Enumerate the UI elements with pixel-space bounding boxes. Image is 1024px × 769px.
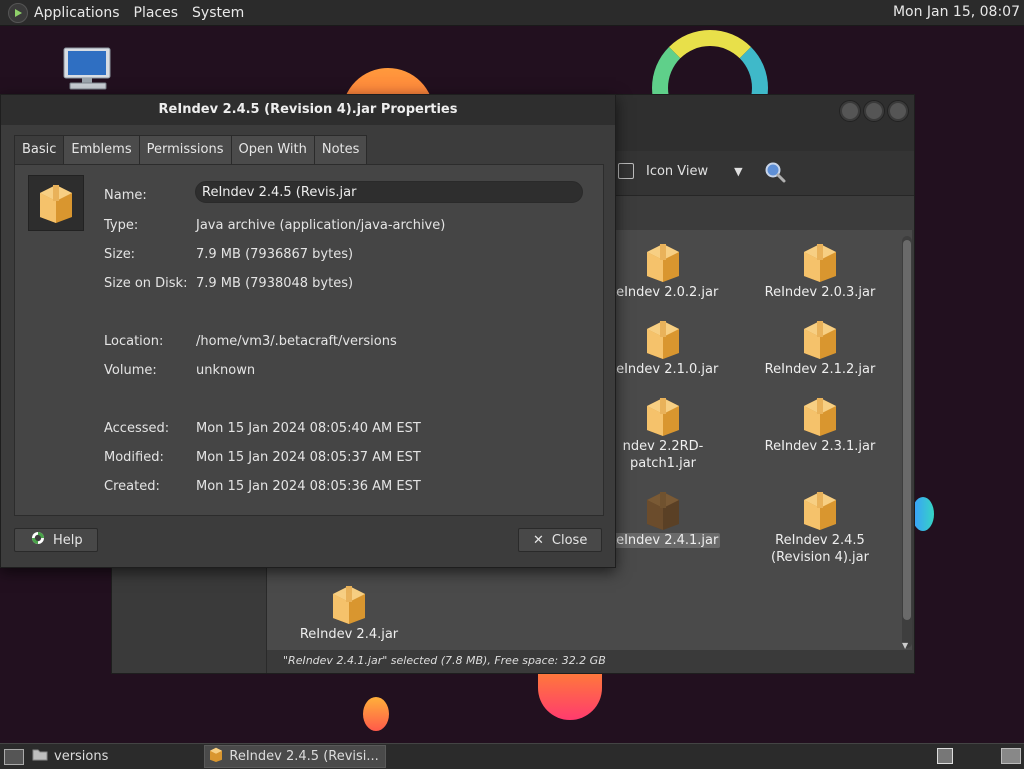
file-label: ReIndev 2.0.2.jar [607, 285, 719, 300]
size-label: Size: [104, 247, 136, 262]
tab-basic[interactable]: Basic [14, 135, 65, 165]
name-label: Name: [104, 188, 147, 203]
jar-file-icon [209, 747, 223, 766]
taskbar-item-label: ReIndev 2.4.5 (Revisi... [229, 749, 379, 764]
scrollbar-thumb[interactable] [903, 240, 911, 620]
modified-label: Modified: [104, 450, 164, 465]
scroll-down-icon[interactable]: ▼ [902, 641, 908, 650]
tab-open-with[interactable]: Open With [230, 135, 315, 165]
jar-file-icon [802, 319, 838, 359]
jar-file-icon [802, 396, 838, 436]
file-item[interactable]: ReIndev 2.1.2.jar [745, 319, 895, 378]
volume-label: Volume: [104, 363, 157, 378]
modified-value: Mon 15 Jan 2024 08:05:37 AM EST [196, 450, 421, 465]
chevron-down-icon: ▼ [734, 164, 743, 178]
wallpaper-shape [538, 672, 602, 720]
menu-system[interactable]: System [192, 5, 244, 21]
wallpaper-shape [912, 497, 934, 531]
status-bar: "ReIndev 2.4.1.jar" selected (7.8 MB), F… [267, 650, 912, 672]
file-label: ReIndev 2.1.2.jar [764, 362, 876, 377]
name-field[interactable] [195, 181, 583, 203]
taskbar-item-versions[interactable]: versions [28, 746, 114, 767]
size-on-disk-value: 7.9 MB (7938048 bytes) [196, 276, 354, 291]
created-label: Created: [104, 479, 160, 494]
dialog-title[interactable]: ReIndev 2.4.5 (Revision 4).jar Propertie… [1, 95, 615, 125]
file-label: ReIndev 2.4.5 (Revision 4).jar [771, 533, 869, 565]
type-value: Java archive (application/java-archive) [196, 218, 446, 233]
file-item[interactable]: ReIndev 2.4.jar [274, 584, 424, 643]
jar-file-icon [645, 396, 681, 436]
close-button[interactable]: ✕ Close [518, 528, 602, 552]
location-label: Location: [104, 334, 164, 349]
jar-file-icon [645, 319, 681, 359]
scrollbar[interactable]: ▼ [902, 236, 912, 650]
file-label: ReIndev 2.4.jar [299, 627, 399, 642]
clock[interactable]: Mon Jan 15, 08:07 [893, 4, 1020, 20]
distro-logo-icon[interactable] [8, 2, 28, 23]
properties-dialog: ReIndev 2.4.5 (Revision 4).jar Propertie… [0, 94, 616, 568]
size-value: 7.9 MB (7936867 bytes) [196, 247, 354, 262]
folder-icon [32, 748, 48, 765]
menu-applications[interactable]: Applications [34, 5, 120, 21]
accessed-value: Mon 15 Jan 2024 08:05:40 AM EST [196, 421, 421, 436]
show-desktop-icon[interactable] [4, 748, 24, 765]
file-label: ReIndev 2.3.1.jar [764, 439, 876, 454]
trash-icon[interactable] [1001, 748, 1021, 764]
file-label: ndev 2.2RD-patch1.jar [622, 439, 704, 471]
close-label: Close [551, 532, 588, 548]
file-label: ReIndev 2.4.1.jar [605, 533, 721, 548]
taskbar-item-label: versions [54, 749, 109, 764]
view-mode-label: Icon View [646, 163, 709, 179]
help-label: Help [53, 532, 83, 548]
location-value: /home/vm3/.betacraft/versions [196, 334, 397, 349]
file-label: ReIndev 2.1.0.jar [607, 362, 719, 377]
tab-bar: Basic Emblems Permissions Open With Note… [14, 135, 368, 165]
tab-permissions[interactable]: Permissions [138, 135, 232, 165]
view-mode-select[interactable]: Icon View ▼ [618, 163, 743, 179]
jar-file-icon [645, 490, 681, 530]
taskbar-item-properties[interactable]: ReIndev 2.4.5 (Revisi... [204, 745, 386, 768]
file-item[interactable]: ReIndev 2.0.3.jar [745, 242, 895, 301]
size-on-disk-label: Size on Disk: [104, 276, 188, 291]
wallpaper-shape [363, 697, 389, 731]
jar-file-icon [802, 242, 838, 282]
maximize-button[interactable] [864, 101, 884, 121]
menu-places[interactable]: Places [134, 5, 179, 21]
file-item[interactable]: ReIndev 2.4.5 (Revision 4).jar [745, 490, 895, 566]
jar-file-icon [40, 185, 72, 223]
basic-panel: Name: Type: Java archive (application/jav… [14, 164, 604, 516]
accessed-label: Accessed: [104, 421, 170, 436]
search-icon[interactable] [764, 161, 786, 183]
jar-file-icon [645, 242, 681, 282]
help-icon [31, 531, 45, 549]
volume-value: unknown [196, 363, 256, 378]
tab-emblems[interactable]: Emblems [63, 135, 140, 165]
jar-file-icon [802, 490, 838, 530]
window-close-button[interactable] [888, 101, 908, 121]
computer-icon[interactable] [62, 46, 114, 92]
file-icon-button[interactable] [28, 175, 84, 231]
minimize-button[interactable] [840, 101, 860, 121]
file-label: ReIndev 2.0.3.jar [764, 285, 876, 300]
created-value: Mon 15 Jan 2024 08:05:36 AM EST [196, 479, 421, 494]
help-button[interactable]: Help [14, 528, 98, 552]
view-icon [618, 163, 634, 179]
jar-file-icon [331, 584, 367, 624]
notes-icon[interactable] [937, 748, 953, 764]
close-icon: ✕ [533, 532, 544, 548]
bottom-panel: versions ReIndev 2.4.5 (Revisi... [0, 743, 1024, 769]
type-label: Type: [104, 218, 139, 233]
file-item[interactable]: ReIndev 2.3.1.jar [745, 396, 895, 455]
top-panel: Applications Places System Mon Jan 15, 0… [0, 0, 1024, 26]
tab-notes[interactable]: Notes [313, 135, 368, 165]
